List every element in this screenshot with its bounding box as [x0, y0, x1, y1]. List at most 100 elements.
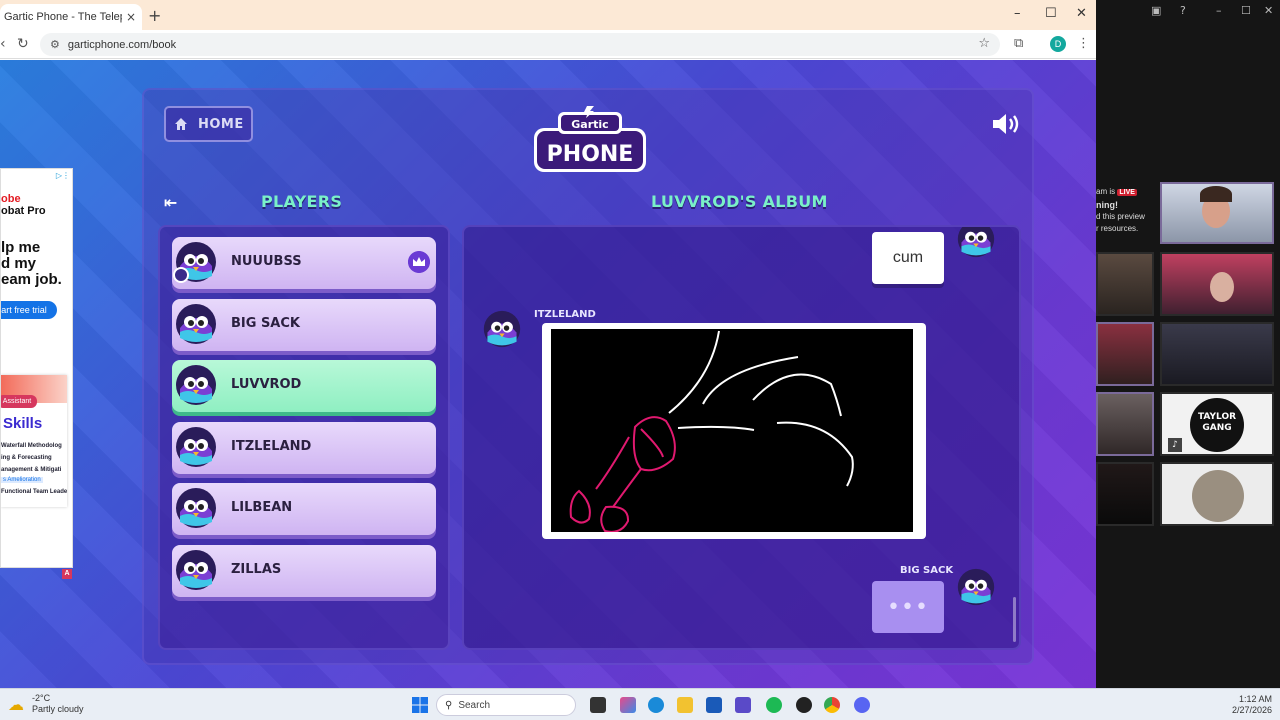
player-card[interactable]: BIG SACK — [172, 298, 436, 351]
player-avatar — [176, 488, 216, 529]
gartic-phone-logo: Gartic PHONE — [534, 106, 646, 172]
teams-icon[interactable] — [735, 697, 751, 713]
player-card[interactable]: ZILLAS — [172, 545, 436, 597]
menu-icon[interactable]: ⋮ — [1077, 36, 1090, 51]
stream-thumbnail-7[interactable]: TAYLOR GANG ♪ — [1160, 392, 1274, 456]
player-card[interactable]: ITZLELAND — [172, 421, 436, 474]
ad-tag: s Amelioration — [1, 477, 43, 483]
taskbar-search[interactable]: ⚲ Search — [436, 694, 576, 716]
help-icon[interactable]: ? — [1180, 4, 1186, 17]
extensions-icon[interactable]: ⧉ — [1014, 36, 1023, 51]
discord-icon[interactable] — [854, 697, 870, 713]
typing-author-name: BIG SACK — [900, 565, 954, 576]
maximize-icon[interactable]: ☐ — [1045, 6, 1057, 21]
stream-thumbnail-8[interactable] — [1096, 462, 1154, 526]
live-badge: LIVE — [1117, 189, 1137, 196]
mic-icon[interactable]: ♪ — [1168, 438, 1182, 452]
ad-marker-badge[interactable]: A — [62, 569, 72, 579]
notice-line-4: r resources. — [1096, 224, 1139, 233]
ad-skills-title: Skills — [3, 415, 43, 432]
back-icon[interactable]: ‹ — [0, 36, 6, 52]
player-card[interactable]: NUUUBSS — [172, 237, 436, 289]
copilot-icon[interactable] — [620, 697, 636, 713]
player-card[interactable]: LILBEAN — [172, 483, 436, 536]
stream-thumbnail-9[interactable] — [1160, 462, 1274, 526]
profile-avatar[interactable]: D — [1050, 36, 1066, 52]
close-icon[interactable]: ✕ — [1264, 4, 1273, 17]
home-button[interactable]: HOME — [164, 106, 253, 142]
crown-icon — [408, 251, 430, 273]
stream-thumbnail-4[interactable] — [1096, 322, 1154, 386]
stream-thumbnail-2[interactable] — [1096, 252, 1154, 316]
typing-bubble: ••• — [872, 581, 944, 633]
clock[interactable]: 1:12 AM 2/27/2026 — [1232, 694, 1272, 716]
ad-choices-icon[interactable]: ▷⋮ — [56, 171, 70, 180]
live-notice: am is LIVE ning! d this preview r resour… — [1096, 186, 1145, 235]
reload-icon[interactable]: ↻ — [17, 36, 29, 52]
logo-bottom-text: PHONE — [547, 142, 634, 167]
cast-icon[interactable]: ▣ — [1151, 4, 1161, 17]
player-avatar — [176, 550, 216, 590]
taskbar: ☁ -2°C Partly cloudy ⚲ Search 1:12 AM 2/… — [0, 688, 1280, 720]
stream-thumbnail-1[interactable] — [1160, 182, 1274, 244]
player-name: LUVVROD — [231, 377, 302, 393]
windows-start-icon[interactable] — [412, 697, 428, 713]
stream-thumbnail-3[interactable] — [1160, 252, 1274, 316]
player-list: NUUUBSS BIG SACK LUVVROD ITZLELAND LILBE… — [158, 225, 450, 650]
ad-line-1: Waterfall Methodolog — [1, 443, 62, 449]
search-icon: ⚲ — [445, 699, 453, 711]
spotify-icon[interactable] — [766, 697, 782, 713]
screen: Gartic Phone - The Telephone G × + – ☐ ✕… — [0, 0, 1280, 720]
ad-headline-1: lp me — [1, 239, 41, 256]
new-tab-button[interactable]: + — [148, 6, 161, 25]
file-explorer-icon[interactable] — [677, 697, 693, 713]
ad-assistant-badge: Assistant — [1, 395, 37, 408]
home-icon — [175, 118, 187, 130]
obs-icon[interactable] — [796, 697, 812, 713]
outlook-icon[interactable] — [706, 697, 722, 713]
maximize-icon[interactable]: ☐ — [1241, 4, 1251, 17]
weather-temp: -2°C — [32, 693, 51, 703]
tab-title: Gartic Phone - The Telephone G — [4, 11, 122, 23]
leave-icon[interactable]: ⇤ — [164, 193, 177, 212]
close-tab-icon[interactable]: × — [126, 10, 136, 24]
drawing-frame — [542, 323, 926, 539]
game-container: HOME Gartic PHONE ⇤ PLAYERS LUVVROD'S AL… — [142, 88, 1034, 665]
sound-icon[interactable] — [991, 113, 1021, 135]
ad-cta-button[interactable]: art free trial — [1, 301, 57, 319]
bookmark-star-icon[interactable]: ☆ — [978, 36, 990, 51]
minimize-icon[interactable]: – — [1216, 4, 1222, 17]
close-window-icon[interactable]: ✕ — [1076, 6, 1087, 21]
url-field[interactable]: ⚙ garticphone.com/book ☆ — [40, 33, 1000, 56]
url-text: garticphone.com/book — [67, 38, 177, 51]
album-scrollbar[interactable] — [1013, 597, 1016, 642]
edge-icon[interactable] — [648, 697, 664, 713]
chrome-icon[interactable] — [824, 697, 840, 713]
bubble-text: cum — [892, 249, 924, 266]
stream-thumbnail-5[interactable] — [1160, 322, 1274, 386]
stream-panel: ▣ ? – ☐ ✕ am is LIVE ning! d this previe… — [1096, 0, 1280, 688]
player-name: NUUUBSS — [231, 254, 302, 269]
ad-card: Assistant Skills Waterfall Methodolog in… — [1, 375, 67, 507]
gang-text-1: TAYLOR — [1197, 412, 1237, 422]
album-panel: cum ITZLELAND BIG SACK ••• — [462, 225, 1021, 650]
stream-thumbnail-6[interactable] — [1096, 392, 1154, 456]
ad-banner[interactable]: ▷⋮ obe obat Pro lp me d my eam job. art … — [0, 168, 73, 568]
typing-dots: ••• — [887, 594, 929, 620]
drawing-author-avatar — [483, 310, 521, 348]
player-name: BIG SACK — [231, 315, 300, 331]
player-card[interactable]: LUVVROD — [172, 360, 436, 413]
weather-icon: ☁ — [8, 694, 24, 714]
tab-gartic-phone[interactable]: Gartic Phone - The Telephone G × — [0, 4, 142, 30]
task-view-icon[interactable] — [590, 697, 606, 713]
clock-date: 2/27/2026 — [1231, 705, 1272, 715]
typing-author-avatar — [957, 568, 995, 606]
notice-line-1: am is — [1096, 187, 1116, 196]
weather-widget[interactable]: ☁ -2°C Partly cloudy — [8, 693, 84, 715]
minimize-icon[interactable]: – — [1014, 6, 1021, 21]
player-avatar — [176, 303, 216, 344]
site-info-icon[interactable]: ⚙ — [50, 38, 60, 51]
ad-headline-2: d my — [1, 255, 37, 272]
ad-line-2: ing & Forecasting — [1, 455, 52, 461]
stream-toolbar: ▣ ? – ☐ ✕ — [1096, 0, 1280, 22]
